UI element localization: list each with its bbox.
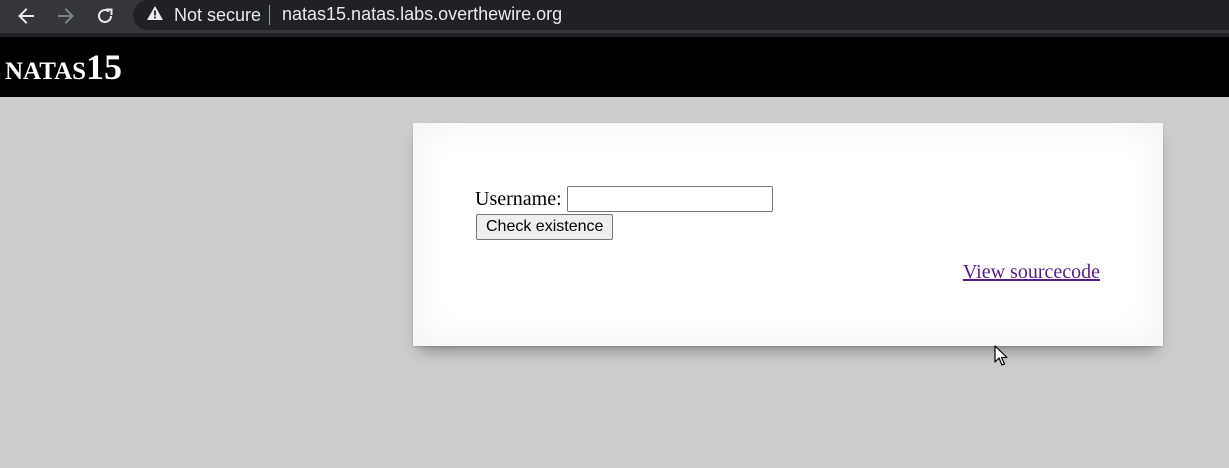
username-row: Username:	[475, 186, 773, 212]
username-label: Username:	[475, 187, 562, 210]
mouse-pointer-icon	[994, 345, 1008, 372]
username-input[interactable]	[566, 186, 773, 212]
forward-button[interactable]	[53, 3, 79, 29]
browser-toolbar: Not secure natas15.natas.labs.overthewir…	[0, 0, 1229, 33]
arrow-left-icon	[16, 6, 36, 26]
address-divider	[269, 5, 270, 25]
reload-button[interactable]	[92, 3, 118, 29]
url-text[interactable]: natas15.natas.labs.overthewire.org	[282, 4, 562, 25]
warning-icon	[146, 5, 164, 26]
security-label: Not secure	[174, 4, 262, 25]
page-header: natas15	[0, 37, 1229, 97]
view-sourcecode-link[interactable]: View sourcecode	[963, 261, 1100, 284]
arrow-right-icon	[56, 6, 76, 26]
page-title: natas15	[5, 47, 123, 87]
content-panel: Username: Check existence View sourcecod…	[413, 123, 1163, 346]
security-indicator[interactable]: Not secure	[146, 4, 261, 26]
check-existence-button[interactable]: Check existence	[476, 214, 614, 240]
back-button[interactable]	[13, 3, 39, 29]
reload-icon	[95, 6, 115, 26]
